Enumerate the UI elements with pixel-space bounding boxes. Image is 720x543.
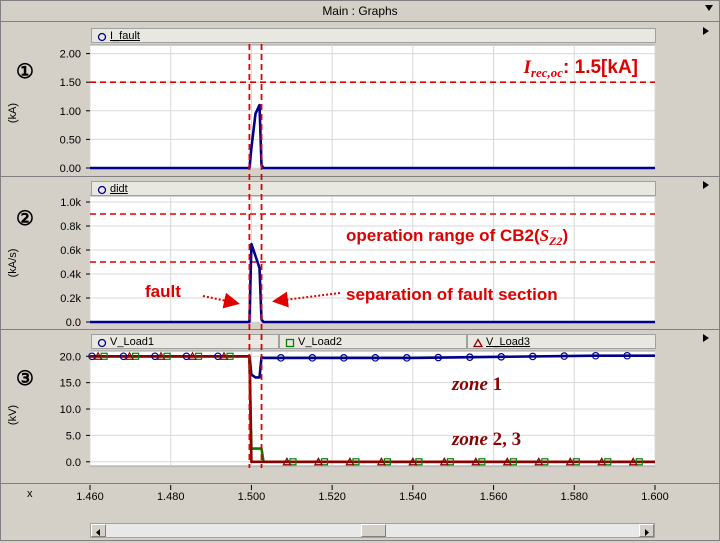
legend-label-i-fault: I_fault (110, 30, 140, 42)
legend-tab-v-load1[interactable]: V_Load1 (91, 334, 279, 349)
legend-tab-v-load3[interactable]: V_Load3 (467, 334, 656, 349)
panel-menu-arrow-icon[interactable] (703, 27, 709, 35)
circle-marker-icon (97, 32, 107, 42)
window-title: Main : Graphs (322, 4, 398, 18)
titlebar-dropdown-icon[interactable] (705, 5, 713, 11)
legend-tab-v-load2[interactable]: V_Load2 (279, 334, 467, 349)
legend-label-v-load2: V_Load2 (298, 336, 343, 348)
window-titlebar: Main : Graphs (0, 0, 720, 22)
legend-tab-didt[interactable]: didt (91, 181, 656, 196)
legend-label-v-load1: V_Load1 (110, 336, 155, 348)
graph-panel-i-fault: I_fault (0, 21, 720, 177)
circle-marker-icon (97, 338, 107, 348)
triangle-marker-icon (473, 338, 483, 348)
scroll-thumb[interactable] (361, 524, 386, 537)
panel-menu-arrow-icon[interactable] (703, 334, 709, 342)
square-marker-icon (285, 338, 295, 348)
scroll-right-icon (645, 529, 649, 536)
legend-tab-i-fault[interactable]: I_fault (91, 28, 656, 43)
panel-menu-arrow-icon[interactable] (703, 181, 709, 189)
graph-panel-v-load: V_Load1 V_Load2 V_Load3 (0, 329, 720, 484)
scroll-left-icon (96, 529, 100, 536)
graph-panel-didt: didt (0, 176, 720, 330)
legend-label-v-load3: V_Load3 (486, 336, 531, 348)
circle-marker-icon (97, 185, 107, 195)
scroll-right-button[interactable] (639, 524, 654, 537)
horizontal-scrollbar[interactable] (90, 523, 655, 538)
legend-label-didt: didt (110, 183, 128, 195)
scroll-left-button[interactable] (91, 524, 106, 537)
